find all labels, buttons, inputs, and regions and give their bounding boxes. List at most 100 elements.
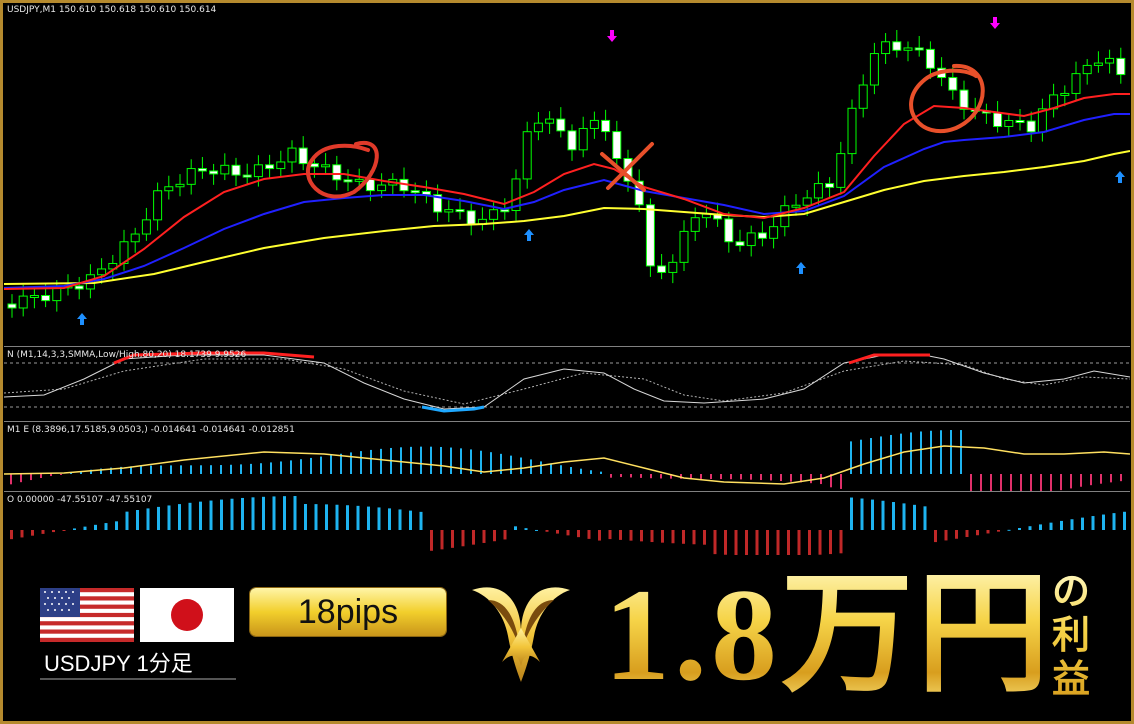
macd-bar xyxy=(400,447,402,474)
oscillator-indicator-pane[interactable]: O 0.00000 -47.55107 -47.55107 xyxy=(4,494,1130,555)
candle-body xyxy=(668,261,678,273)
profit-amount: 1.8万円 xyxy=(604,561,1053,708)
oscillator-bar xyxy=(304,504,307,530)
oscillator-bar xyxy=(965,530,969,538)
macd-bar xyxy=(860,439,862,474)
candle-body xyxy=(735,241,745,247)
candle-body xyxy=(321,164,331,168)
candle-body xyxy=(444,209,454,213)
main-price-chart[interactable]: USDJPY,M1 150.610 150.618 150.610 150.61… xyxy=(4,4,1130,347)
candle-body xyxy=(881,41,891,55)
oscillator-bar xyxy=(892,502,895,530)
macd-bar xyxy=(540,461,542,474)
macd-bar xyxy=(320,456,322,474)
oscillator-bar xyxy=(566,530,570,536)
buy-arrow-icon xyxy=(524,229,534,241)
macd-bar xyxy=(770,474,772,481)
macd-bar xyxy=(200,465,202,474)
oscillator-bar xyxy=(829,530,832,555)
candle-body xyxy=(578,127,588,151)
macd-bar xyxy=(260,463,262,474)
macd-bar xyxy=(630,474,632,478)
macd-bar xyxy=(1110,474,1112,483)
macd-bar xyxy=(610,474,612,478)
oscillator-bar xyxy=(1028,526,1032,530)
macd-bar xyxy=(270,462,272,474)
signal-line xyxy=(4,358,1130,405)
oscillator-bar xyxy=(514,526,517,530)
candle-body xyxy=(690,217,700,232)
candle-body xyxy=(589,119,599,129)
macd-indicator-pane[interactable]: M1 E (8.3896,17.5185,9.0503,) -0.014641 … xyxy=(4,424,1130,492)
pair-timeframe-label: USDJPY 1分足 xyxy=(40,652,236,680)
candle-body xyxy=(1093,62,1103,66)
candle-body xyxy=(41,295,51,302)
oscillator-bar xyxy=(230,498,234,530)
oscillator-bar xyxy=(1018,528,1021,530)
macd-bar xyxy=(1080,474,1082,487)
oscillator-bar xyxy=(293,496,297,530)
macd-bar xyxy=(710,474,712,479)
oscillator-bar xyxy=(881,500,885,530)
macd-bar xyxy=(300,459,302,474)
macd-bar xyxy=(810,474,812,484)
oscillator-bar xyxy=(136,509,139,530)
oscillator-bar xyxy=(472,530,475,545)
macd-bar xyxy=(750,474,752,480)
buy-arrow-icon xyxy=(77,313,87,325)
macd-bar xyxy=(870,438,872,474)
oscillator-bar xyxy=(262,496,265,530)
candle-body xyxy=(657,265,667,273)
oscillator-bar xyxy=(335,504,339,530)
oscillator-bar xyxy=(251,497,255,530)
oscillator-bar xyxy=(724,530,727,555)
candle-body xyxy=(892,41,902,51)
macd-bar xyxy=(360,451,362,474)
candle-body xyxy=(825,183,835,188)
candle-body xyxy=(869,53,879,86)
macd-bar xyxy=(380,448,382,474)
candle-body xyxy=(265,164,275,170)
candle-body xyxy=(791,204,801,208)
candle-body xyxy=(287,147,297,163)
oscillator-bar xyxy=(62,530,66,531)
oscillator-bar xyxy=(1070,519,1074,530)
price-chart-canvas[interactable] xyxy=(4,4,1130,346)
candle-body xyxy=(29,295,39,299)
candle-body xyxy=(802,197,812,206)
oscillator-bar xyxy=(997,530,1000,532)
candle-body xyxy=(410,190,420,194)
indicator-2-label: M1 E (8.3896,17.5185,9.0503,) -0.014641 … xyxy=(7,425,295,435)
candle-body xyxy=(175,183,185,188)
macd-bar xyxy=(10,474,12,485)
oscillator-bar xyxy=(1007,529,1011,531)
oscillator-bar xyxy=(650,530,654,543)
profit-suffix-char: 利 xyxy=(1051,615,1090,657)
candle-body xyxy=(209,170,219,175)
stochastic-indicator-pane[interactable]: N (M1,14,3,3,SMMA,Low/High,80,20) 18.173… xyxy=(4,349,1130,422)
candle-body xyxy=(612,131,622,159)
candle-body xyxy=(847,107,857,155)
macd-bar xyxy=(980,474,982,491)
candle-body xyxy=(18,295,28,309)
oscillator-bar xyxy=(955,530,958,539)
macd-bar xyxy=(550,463,552,474)
candle-body xyxy=(153,190,163,221)
candle-body xyxy=(343,179,353,183)
oscillator-bar xyxy=(808,530,811,555)
oscillator-bar xyxy=(419,511,423,530)
macd-bar xyxy=(740,474,742,480)
macd-bar xyxy=(450,447,452,474)
oscillator-bar xyxy=(524,528,528,530)
macd-bar xyxy=(440,446,442,474)
macd-bar xyxy=(760,474,762,481)
candle-body xyxy=(948,77,958,91)
candle-body xyxy=(197,168,207,172)
macd-bar xyxy=(940,430,942,474)
us-flag-icon xyxy=(40,588,134,642)
candle-body xyxy=(679,230,689,263)
macd-bar xyxy=(310,457,312,474)
oscillator-bar xyxy=(871,499,874,530)
oscillator-bar xyxy=(31,530,34,536)
oscillator-bar xyxy=(52,530,55,533)
